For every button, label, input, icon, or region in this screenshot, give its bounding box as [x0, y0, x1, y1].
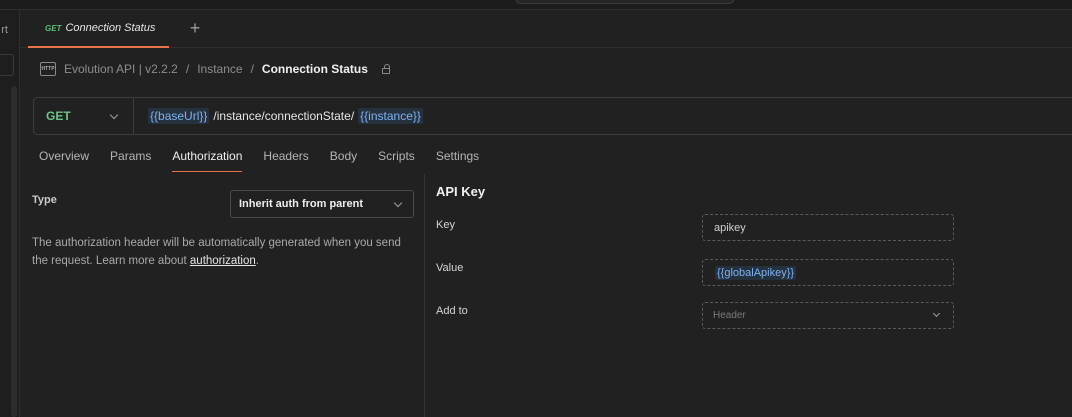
tab-scripts[interactable]: Scripts — [378, 148, 415, 174]
tab-settings[interactable]: Settings — [436, 148, 479, 174]
breadcrumb-separator: / — [250, 62, 254, 76]
breadcrumb-collection[interactable]: Evolution API | v2.2.2 — [64, 62, 178, 76]
tab-overview[interactable]: Overview — [39, 148, 89, 174]
sidebar-scrollbar[interactable] — [11, 86, 17, 417]
url-input[interactable]: {{baseUrl}} /instance/connectionState/ {… — [134, 108, 423, 124]
panel-divider[interactable] — [424, 174, 425, 417]
top-strip — [0, 0, 1072, 10]
lock-icon[interactable] — [381, 64, 390, 74]
request-tab-bar: GET Connection Status + — [20, 10, 1072, 48]
url-path: /instance/connectionState/ — [213, 109, 355, 123]
chevron-down-icon — [393, 198, 403, 208]
auth-type-select[interactable]: Inherit auth from parent — [230, 190, 414, 218]
auth-type-label: Type — [32, 194, 57, 206]
http-icon: HTTP — [40, 62, 56, 76]
url-variable-instance[interactable]: {{instance}} — [358, 108, 423, 124]
method-label: GET — [46, 109, 71, 123]
request-tabs: Overview Params Authorization Headers Bo… — [39, 148, 500, 174]
sidebar-search-box[interactable] — [0, 54, 14, 76]
addto-value: Header — [713, 310, 746, 321]
tab-body[interactable]: Body — [330, 148, 357, 174]
url-bar: GET {{baseUrl}} /instance/connectionStat… — [33, 97, 1072, 135]
addto-label: Add to — [436, 305, 468, 317]
url-variable-baseurl[interactable]: {{baseUrl}} — [148, 108, 210, 124]
tab-authorization[interactable]: Authorization — [172, 148, 243, 174]
tab-method: GET — [45, 23, 62, 33]
key-field[interactable]: apikey — [702, 214, 954, 241]
tab-title: Connection Status — [65, 22, 156, 34]
tab-params[interactable]: Params — [110, 148, 151, 174]
method-select[interactable]: GET — [34, 98, 134, 134]
sidebar-fragment-text: rt — [1, 24, 8, 36]
auth-description: The authorization header will be automat… — [32, 237, 401, 267]
value-label: Value — [436, 262, 464, 274]
breadcrumb-separator: / — [185, 62, 190, 76]
value-field[interactable]: {{globalApikey}} — [702, 259, 954, 286]
tab-headers[interactable]: Headers — [263, 148, 308, 174]
key-value: apikey — [714, 221, 746, 234]
plus-icon[interactable]: + — [186, 19, 204, 37]
addto-select[interactable]: Header — [702, 302, 954, 329]
api-key-title: API Key — [436, 184, 486, 199]
tab-connection-status[interactable]: GET Connection Status — [28, 10, 169, 48]
key-label: Key — [436, 219, 455, 231]
global-search-bar[interactable] — [515, 0, 735, 4]
value-variable[interactable]: {{globalApikey}} — [715, 265, 797, 280]
chevron-down-icon — [109, 110, 119, 120]
breadcrumb-current[interactable]: Connection Status — [262, 62, 368, 76]
chevron-down-icon — [932, 309, 941, 318]
auth-type-value: Inherit auth from parent — [239, 198, 364, 210]
breadcrumb-folder[interactable]: Instance — [197, 62, 242, 76]
sidebar-edge: rt — [0, 10, 20, 417]
authorization-link[interactable]: authorization — [190, 255, 256, 267]
breadcrumb: HTTP Evolution API | v2.2.2 / Instance /… — [40, 60, 390, 78]
